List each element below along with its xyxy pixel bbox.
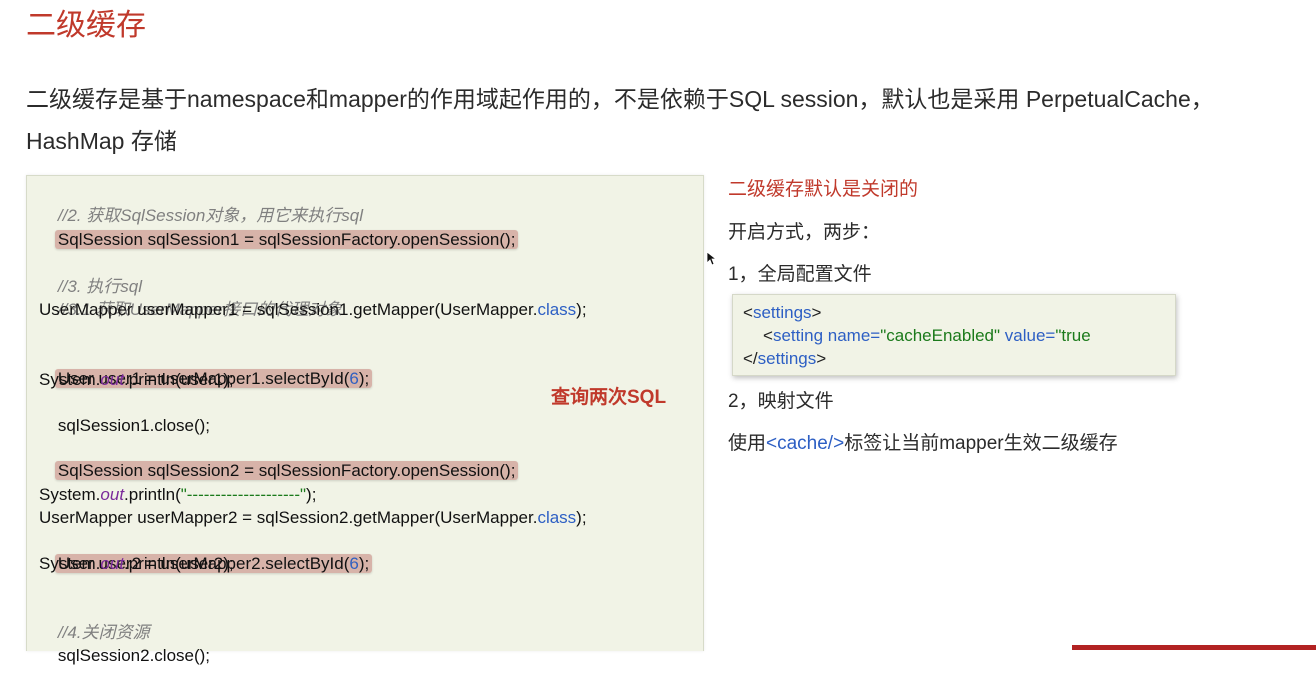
code-line-get-mapper-1: UserMapper userMapper1 = sqlSession1.get…: [39, 298, 587, 321]
query-twice-annotation: 查询两次SQL: [551, 387, 667, 408]
xml-tag-name: settings: [752, 303, 812, 322]
xml-bracket: </: [743, 349, 758, 368]
xml-attr-value: "true: [1055, 326, 1091, 345]
code-panel: //2. 获取SqlSession对象，用它来执行sql SqlSession …: [26, 175, 704, 665]
xml-tag-name: setting: [772, 326, 824, 345]
code-line-select-user-2: User user2 = userMapper2.selectById(6);: [39, 529, 373, 573]
page-title: 二级缓存: [26, 9, 146, 42]
cache-tag-code: <cache/>: [766, 433, 845, 454]
xml-attr-value-name: value=: [1000, 326, 1056, 345]
code-text: sqlSession1.close();: [57, 416, 211, 435]
code-text: );: [358, 554, 370, 573]
code-line-close-session-2: sqlSession2.close();: [39, 621, 210, 665]
code-text: .println(user2);: [124, 554, 234, 573]
static-field-out: out: [100, 370, 125, 389]
code-text: );: [576, 300, 587, 319]
code-text: .println(user1);: [124, 370, 234, 389]
code-line-close-session-1: sqlSession1.close();: [39, 391, 210, 435]
code-line-print-user-2: System.out.println(user2);: [39, 552, 234, 575]
code-text: );: [358, 369, 370, 388]
xml-line-settings-open: <settings>: [743, 301, 821, 324]
xml-bracket: <: [743, 303, 753, 322]
keyword-class: class: [537, 508, 577, 527]
static-field-out: out: [100, 554, 125, 573]
code-comment-get-proxy: //3.1 获取UserMapper接口的代理对象: [39, 275, 342, 319]
string-literal: "--------------------": [180, 485, 307, 504]
xml-tag-name: settings: [757, 349, 817, 368]
code-line-open-session-1: SqlSession sqlSession1 = sqlSessionFacto…: [39, 205, 519, 249]
code-line-print-user-1: System.out.println(user1);: [39, 368, 234, 391]
xml-line-setting: <setting name="cacheEnabled" value="true: [763, 324, 1091, 347]
xml-attr-name: name=: [823, 326, 881, 345]
enable-method-heading: 开启方式，两步：: [728, 222, 881, 243]
step-2-label: 2，映射文件: [728, 391, 834, 412]
code-text: System.: [39, 554, 101, 573]
code-comment-get-session: //2. 获取SqlSession对象，用它来执行sql: [39, 181, 363, 225]
code-line-print-separator: System.out.println("--------------------…: [39, 483, 316, 506]
code-comment-close-resources: //4.关闭资源: [39, 598, 150, 642]
code-comment-exec-sql: //3. 执行sql: [39, 252, 142, 296]
xml-bracket: >: [811, 303, 822, 322]
code-text: );: [306, 485, 317, 504]
xml-line-settings-close: </settings>: [743, 347, 826, 370]
keyword-class: class: [537, 300, 577, 319]
xml-attr-value: "cacheEnabled": [880, 326, 1001, 345]
highlighted-statement: SqlSession sqlSession2 = sqlSessionFacto…: [54, 461, 519, 480]
code-line-select-user-1: User user1 = userMapper1.selectById(6);: [39, 344, 373, 388]
code-text: .println(: [124, 485, 181, 504]
mouse-cursor-icon: [706, 251, 718, 271]
static-field-out: out: [100, 485, 125, 504]
xml-bracket: >: [816, 349, 827, 368]
code-line-open-session-2: SqlSession sqlSession2 = sqlSessionFacto…: [39, 436, 519, 480]
code-text: );: [576, 508, 587, 527]
code-line-get-mapper-2: UserMapper userMapper2 = sqlSession2.get…: [39, 506, 587, 529]
highlighted-statement: SqlSession sqlSession1 = sqlSessionFacto…: [54, 230, 519, 249]
settings-xml-snippet: <settings> <setting name="cacheEnabled" …: [732, 294, 1176, 376]
default-off-note: 二级缓存默认是关闭的: [728, 179, 919, 200]
number-literal: 6: [349, 369, 359, 388]
code-text: System.: [39, 370, 101, 389]
footer-accent-bar: [1072, 645, 1316, 650]
number-literal: 6: [349, 554, 359, 573]
step-1-label: 1，全局配置文件: [728, 264, 872, 285]
code-text: System.: [39, 485, 101, 504]
code-text: UserMapper userMapper2 = sqlSession2.get…: [39, 508, 538, 527]
code-text: sqlSession2.close();: [57, 646, 211, 665]
intro-paragraph: 二级缓存是基于namespace和mapper的作用域起作用的，不是依赖于SQL…: [26, 86, 1214, 154]
usage-prefix: 使用: [728, 433, 767, 454]
code-text: UserMapper userMapper1 = sqlSession1.get…: [39, 300, 538, 319]
xml-bracket: <: [763, 326, 773, 345]
usage-suffix: 标签让当前mapper生效二级缓存: [844, 433, 1118, 454]
cache-tag-usage: 使用<cache/>标签让当前mapper生效二级缓存: [728, 428, 1118, 455]
